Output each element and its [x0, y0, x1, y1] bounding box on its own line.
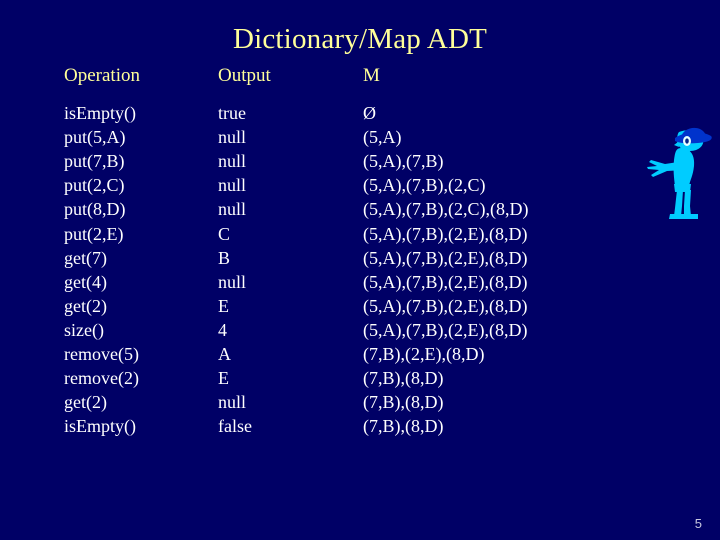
table-row: put(2,E) C (5,A),(7,B),(2,E),(8,D) — [0, 222, 720, 246]
cell-output: null — [218, 271, 247, 292]
cell-map-state: (5,A),(7,B),(2,C) — [363, 175, 486, 196]
table-row: put(8,D) null (5,A),(7,B),(2,C),(8,D) — [0, 197, 720, 221]
cell-output: E — [218, 368, 229, 389]
cell-map-state: (5,A) — [363, 127, 402, 148]
table-row: isEmpty() false (7,B),(8,D) — [0, 414, 720, 438]
cell-map-state: (5,A),(7,B),(2,E),(8,D) — [363, 223, 528, 244]
column-header-output: Output — [218, 65, 271, 86]
cell-map-state: (7,B),(8,D) — [363, 416, 444, 437]
table-row: remove(5) A (7,B),(2,E),(8,D) — [0, 342, 720, 366]
cell-operation: put(2,E) — [64, 223, 124, 244]
cell-operation: isEmpty() — [64, 416, 136, 437]
cell-operation: get(2) — [64, 392, 107, 413]
cell-map-state: (5,A),(7,B),(2,E),(8,D) — [363, 319, 528, 340]
cell-operation: put(8,D) — [64, 199, 126, 220]
cell-map-state: (7,B),(2,E),(8,D) — [363, 344, 485, 365]
table-body: isEmpty() true Øput(5,A) null (5,A) put(7,B) n… — [0, 101, 720, 438]
table-row: put(5,A) null (5,A) — [0, 125, 720, 149]
cell-operation: get(2) — [64, 295, 107, 316]
cell-operation: get(4) — [64, 271, 107, 292]
cell-output: null — [218, 127, 247, 148]
cell-map-state: (5,A),(7,B),(2,E),(8,D) — [363, 271, 528, 292]
cell-operation: size() — [64, 319, 104, 340]
table-header-row: Operation Output M — [0, 64, 720, 88]
cell-output: A — [218, 344, 231, 365]
cell-output: null — [218, 199, 247, 220]
cell-map-state: (5,A),(7,B),(2,E),(8,D) — [363, 295, 528, 316]
cell-operation: remove(5) — [64, 344, 139, 365]
table-row: get(4) null (5,A),(7,B),(2,E),(8,D) — [0, 270, 720, 294]
cell-output: B — [218, 247, 231, 268]
cell-output: true — [218, 103, 246, 124]
cell-map-state: Ø — [363, 103, 376, 124]
cell-output: 4 — [218, 319, 227, 340]
cell-map-state: (5,A),(7,B),(2,E),(8,D) — [363, 247, 528, 268]
cell-output: null — [218, 175, 247, 196]
page-title: Dictionary/Map ADT — [232, 23, 488, 55]
table-row: get(2) E (5,A),(7,B),(2,E),(8,D) — [0, 294, 720, 318]
cell-map-state: (7,B),(8,D) — [363, 368, 444, 389]
table-row: remove(2) E (7,B),(8,D) — [0, 366, 720, 390]
header-gap — [0, 88, 720, 101]
cell-operation: put(2,C) — [64, 175, 125, 196]
cell-output: null — [218, 151, 247, 172]
cell-operation: get(7) — [64, 247, 107, 268]
cell-map-state: (7,B),(8,D) — [363, 392, 444, 413]
cell-operation: remove(2) — [64, 368, 139, 389]
cell-operation: put(5,A) — [64, 127, 126, 148]
column-header-operation: Operation — [64, 65, 140, 86]
table-row: put(7,B) null (5,A),(7,B) — [0, 149, 720, 173]
cell-output: E — [218, 295, 229, 316]
cell-output: null — [218, 392, 247, 413]
cell-map-state: (5,A),(7,B) — [363, 151, 444, 172]
column-header-m: M — [363, 65, 380, 86]
cell-operation: put(7,B) — [64, 151, 125, 172]
cell-output: C — [218, 223, 231, 244]
cell-operation: isEmpty() — [64, 103, 136, 124]
table-row: put(2,C) null (5,A),(7,B),(2,C) — [0, 173, 720, 197]
table-row: get(7) B (5,A),(7,B),(2,E),(8,D) — [0, 246, 720, 270]
page-number: 5 — [694, 516, 702, 531]
table-row: get(2) null (7,B),(8,D) — [0, 390, 720, 414]
adt-trace-table: Operation Output M isEmpty() true Øput(5,A… — [0, 64, 720, 438]
cell-map-state: (5,A),(7,B),(2,C),(8,D) — [363, 199, 529, 220]
table-row: size() 4 (5,A),(7,B),(2,E),(8,D) — [0, 318, 720, 342]
cartoon-character-pointing-icon — [645, 126, 717, 220]
cell-output: false — [218, 416, 252, 437]
table-row: isEmpty() true Ø — [0, 101, 720, 125]
slide: Dictionary/Map ADT Operation Output M is… — [0, 0, 720, 540]
